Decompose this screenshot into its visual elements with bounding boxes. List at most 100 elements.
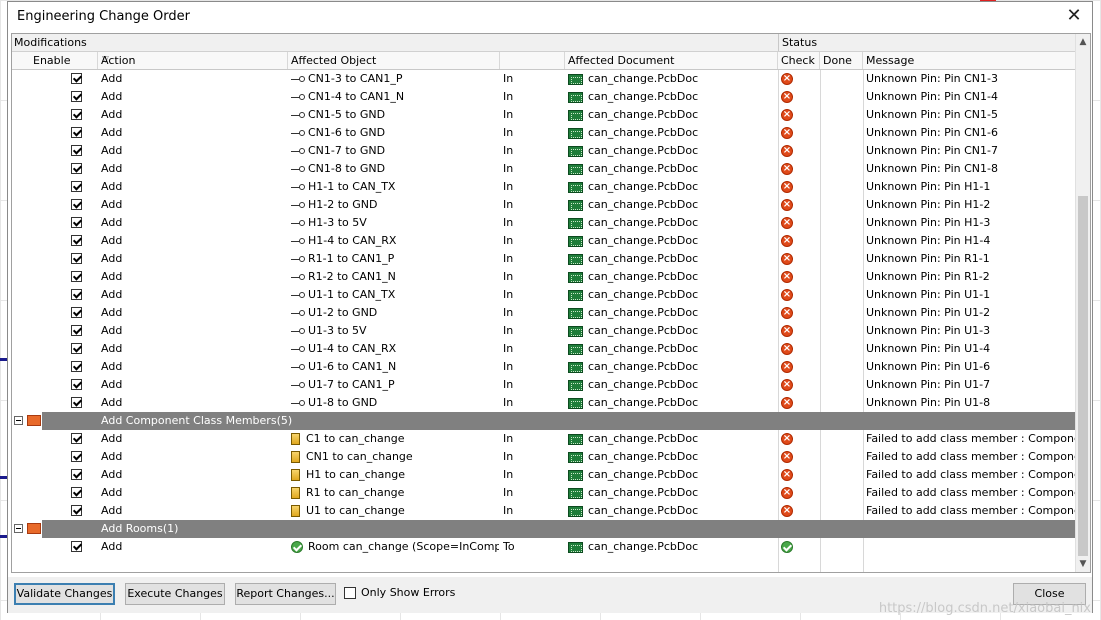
- col-check[interactable]: Check: [778, 52, 820, 69]
- table-row[interactable]: Add R1 to can_change In can_change.PcbDoc × F…: [12, 484, 1076, 502]
- table-row[interactable]: Add U1-2 to GND In can_change.PcbDoc × Unknow…: [12, 304, 1076, 322]
- table-row[interactable]: Add R1-2 to CAN1_N In can_change.PcbDoc × Unk…: [12, 268, 1076, 286]
- table-row[interactable]: Add CN1-5 to GND In can_change.PcbDoc × Unkno…: [12, 106, 1076, 124]
- affected-document-text: can_change.PcbDoc: [588, 108, 699, 121]
- col-done[interactable]: Done: [820, 52, 863, 69]
- affected-document-cell: can_change.PcbDoc: [568, 448, 776, 466]
- affected-document-cell: can_change.PcbDoc: [568, 142, 776, 160]
- collapse-icon[interactable]: [14, 416, 23, 425]
- enable-checkbox[interactable]: [71, 145, 82, 156]
- group-row[interactable]: Add Rooms(1): [12, 520, 1076, 538]
- affected-document-text: can_change.PcbDoc: [588, 468, 699, 481]
- enable-checkbox[interactable]: [71, 271, 82, 282]
- action-cell: Add: [101, 270, 123, 283]
- affected-object-cell: CN1-6 to GND: [291, 124, 499, 142]
- enable-checkbox[interactable]: [71, 505, 82, 516]
- enable-checkbox[interactable]: [71, 325, 82, 336]
- table-row[interactable]: Add U1-8 to GND In can_change.PcbDoc × Unknow…: [12, 394, 1076, 412]
- collapse-icon[interactable]: [14, 524, 23, 533]
- group-row[interactable]: Add Component Class Members(5): [12, 412, 1076, 430]
- affected-object-text: U1-3 to 5V: [308, 324, 367, 337]
- table-row[interactable]: Add U1-7 to CAN1_P In can_change.PcbDoc × Unk…: [12, 376, 1076, 394]
- enable-checkbox[interactable]: [71, 343, 82, 354]
- table-row[interactable]: Add U1-6 to CAN1_N In can_change.PcbDoc × Unk…: [12, 358, 1076, 376]
- col-message[interactable]: Message: [863, 52, 1078, 69]
- net-connection-icon: [291, 218, 305, 228]
- col-enable[interactable]: Enable ▽: [30, 52, 109, 69]
- scroll-up-icon[interactable]: ▲: [1076, 34, 1090, 50]
- enable-checkbox[interactable]: [71, 541, 82, 552]
- close-icon[interactable]: ✕: [1064, 6, 1084, 26]
- net-connection-icon: [291, 74, 305, 84]
- table-row[interactable]: Add H1-1 to CAN_TX In can_change.PcbDoc × Unk…: [12, 178, 1076, 196]
- col-affected-object[interactable]: Affected Object: [288, 52, 500, 69]
- enable-checkbox[interactable]: [71, 379, 82, 390]
- table-row[interactable]: Add H1-2 to GND In can_change.PcbDoc × Unknow…: [12, 196, 1076, 214]
- table-row[interactable]: Add CN1-7 to GND In can_change.PcbDoc × Unkno…: [12, 142, 1076, 160]
- done-cell: [821, 340, 862, 358]
- table-row[interactable]: Add R1-1 to CAN1_P In can_change.PcbDoc × Unk…: [12, 250, 1076, 268]
- table-row[interactable]: Add CN1 to can_change In can_change.PcbDoc ×…: [12, 448, 1076, 466]
- col-affected-document[interactable]: Affected Document: [565, 52, 778, 69]
- done-cell: [821, 196, 862, 214]
- enable-checkbox[interactable]: [71, 217, 82, 228]
- affected-object-text: U1-7 to CAN1_P: [308, 378, 395, 391]
- table-row[interactable]: Add U1-4 to CAN_RX In can_change.PcbDoc × Unk…: [12, 340, 1076, 358]
- enable-checkbox[interactable]: [71, 91, 82, 102]
- pcb-document-icon: [568, 235, 583, 247]
- enable-checkbox[interactable]: [71, 289, 82, 300]
- enable-checkbox[interactable]: [71, 361, 82, 372]
- table-row[interactable]: Add H1-4 to CAN_RX In can_change.PcbDoc × Unk…: [12, 232, 1076, 250]
- scroll-down-icon[interactable]: ▼: [1076, 556, 1090, 572]
- affected-document-cell: can_change.PcbDoc: [568, 214, 776, 232]
- action-cell: Add: [101, 378, 123, 391]
- check-cell: ×: [779, 358, 819, 376]
- table-row[interactable]: Add H1 to can_change In can_change.PcbDoc × F…: [12, 466, 1076, 484]
- vertical-scrollbar[interactable]: ▲ ▼: [1075, 34, 1090, 572]
- enable-checkbox[interactable]: [71, 253, 82, 264]
- pcb-document-icon: [568, 361, 583, 373]
- pcb-document-icon: [568, 397, 583, 409]
- table-row[interactable]: Add CN1-3 to CAN1_P In can_change.PcbDoc × Un…: [12, 70, 1076, 88]
- affected-document-text: can_change.PcbDoc: [588, 306, 699, 319]
- table-row[interactable]: Add CN1-8 to GND In can_change.PcbDoc × Unkno…: [12, 160, 1076, 178]
- table-row[interactable]: Add U1 to can_change In can_change.PcbDoc × F…: [12, 502, 1076, 520]
- net-connection-icon: [291, 236, 305, 246]
- scroll-thumb[interactable]: [1078, 196, 1088, 556]
- enable-checkbox[interactable]: [71, 307, 82, 318]
- check-error-icon: ×: [781, 433, 793, 445]
- table-row[interactable]: Add U1-3 to 5V In can_change.PcbDoc × Unknown…: [12, 322, 1076, 340]
- affected-document-text: can_change.PcbDoc: [588, 432, 699, 445]
- affected-object-cell: H1-4 to CAN_RX: [291, 232, 499, 250]
- validate-changes-button[interactable]: Validate Changes: [14, 583, 115, 605]
- enable-checkbox[interactable]: [71, 487, 82, 498]
- enable-checkbox[interactable]: [71, 469, 82, 480]
- affected-object-text: U1-8 to GND: [308, 396, 378, 409]
- direction-cell: In: [503, 288, 514, 301]
- table-row[interactable]: Add CN1-6 to GND In can_change.PcbDoc × Unkno…: [12, 124, 1076, 142]
- affected-object-cell: CN1-8 to GND: [291, 160, 499, 178]
- execute-changes-button[interactable]: Execute Changes: [125, 583, 225, 605]
- enable-checkbox[interactable]: [71, 451, 82, 462]
- enable-checkbox[interactable]: [71, 127, 82, 138]
- table-row[interactable]: Add CN1-4 to CAN1_N In can_change.PcbDoc × Un…: [12, 88, 1076, 106]
- col-action[interactable]: Action: [98, 52, 288, 69]
- col-direction[interactable]: [500, 52, 565, 69]
- table-row[interactable]: Add H1-3 to 5V In can_change.PcbDoc × Unknown…: [12, 214, 1076, 232]
- check-error-icon: ×: [781, 181, 793, 193]
- enable-checkbox[interactable]: [71, 397, 82, 408]
- enable-checkbox[interactable]: [71, 163, 82, 174]
- enable-checkbox[interactable]: [71, 181, 82, 192]
- enable-checkbox[interactable]: [71, 109, 82, 120]
- table-row[interactable]: Add U1-1 to CAN_TX In can_change.PcbDoc × Unk…: [12, 286, 1076, 304]
- enable-checkbox[interactable]: [71, 73, 82, 84]
- table-row[interactable]: Add Room can_change (Scope=InCompor To can_…: [12, 538, 1076, 556]
- enable-checkbox[interactable]: [71, 199, 82, 210]
- group-label: Add Component Class Members(5): [42, 412, 1076, 430]
- only-show-errors-checkbox[interactable]: [344, 587, 356, 599]
- table-row[interactable]: Add C1 to can_change In can_change.PcbDoc × F…: [12, 430, 1076, 448]
- enable-checkbox[interactable]: [71, 235, 82, 246]
- report-changes-button[interactable]: Report Changes...: [235, 583, 336, 605]
- pcb-document-icon: [568, 217, 583, 229]
- enable-checkbox[interactable]: [71, 433, 82, 444]
